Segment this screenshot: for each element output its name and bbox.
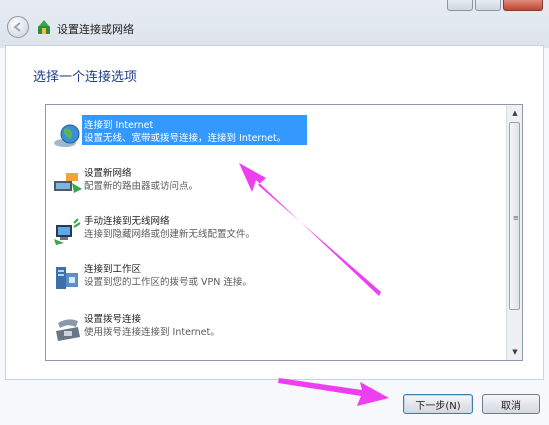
next-button[interactable]: 下一步(N) [403, 394, 473, 414]
option-title: 设置拨号连接 [84, 314, 142, 325]
option-description: 设置到您的工作区的拨号或 VPN 连接。 [84, 277, 252, 288]
globe-network-icon [54, 124, 80, 147]
option-description: 使用拨号连接连接到 Internet。 [84, 327, 220, 338]
title-bar: 设置连接或网络 [0, 0, 549, 48]
list-item-manual-wireless[interactable]: 手动连接到无线网络 连接到隐藏网络或创建新无线配置文件。 [48, 211, 503, 255]
scroll-down-icon[interactable]: ▼ [507, 344, 523, 360]
cancel-button[interactable]: 取消 [482, 394, 540, 414]
option-title: 设置新网络 [84, 168, 132, 179]
window-controls [447, 0, 543, 11]
scroll-grip-icon: ≡ [513, 214, 519, 222]
wireless-computer-icon [54, 218, 81, 245]
connection-options-list[interactable]: 连接到 Internet 设置无线、宽带或拨号连接，连接到 Internet。 … [45, 104, 523, 361]
option-title: 手动连接到无线网络 [84, 216, 170, 227]
network-setup-icon [38, 20, 50, 34]
scroll-thumb[interactable]: ≡ [509, 122, 520, 310]
router-setup-icon [54, 173, 82, 193]
close-button[interactable] [503, 0, 543, 11]
setup-connection-window: 设置连接或网络 选择一个连接选项 连接到 Internet 设置无线、宽带或拨号… [0, 0, 549, 425]
window-title: 设置连接或网络 [57, 23, 134, 36]
minimize-button[interactable] [447, 0, 473, 11]
list-item-connect-workplace[interactable]: 连接到工作区 设置到您的工作区的拨号或 VPN 连接。 [48, 259, 503, 303]
dialup-phone-icon [56, 319, 80, 341]
page-heading: 选择一个连接选项 [33, 70, 138, 85]
option-description: 配置新的路由器或访问点。 [84, 181, 199, 192]
back-arrow-icon [13, 22, 21, 32]
list-item-connect-internet[interactable]: 连接到 Internet 设置无线、宽带或拨号连接，连接到 Internet。 [48, 115, 503, 159]
option-title: 连接到工作区 [84, 264, 142, 275]
scroll-up-icon[interactable]: ▲ [507, 105, 523, 121]
list-scrollbar[interactable]: ▲ ≡ ▼ [506, 105, 522, 360]
option-title: 连接到 Internet [84, 120, 154, 131]
option-description: 设置无线、宽带或拨号连接，连接到 Internet。 [84, 133, 287, 144]
list-item-setup-new-network[interactable]: 设置新网络 配置新的路由器或访问点。 [48, 163, 503, 207]
list-item-dialup[interactable]: 设置拨号连接 使用拨号连接连接到 Internet。 [48, 309, 503, 353]
option-description: 连接到隐藏网络或创建新无线配置文件。 [84, 229, 256, 240]
maximize-button[interactable] [475, 0, 501, 11]
workplace-vpn-icon [56, 267, 78, 289]
back-button[interactable] [7, 16, 29, 38]
